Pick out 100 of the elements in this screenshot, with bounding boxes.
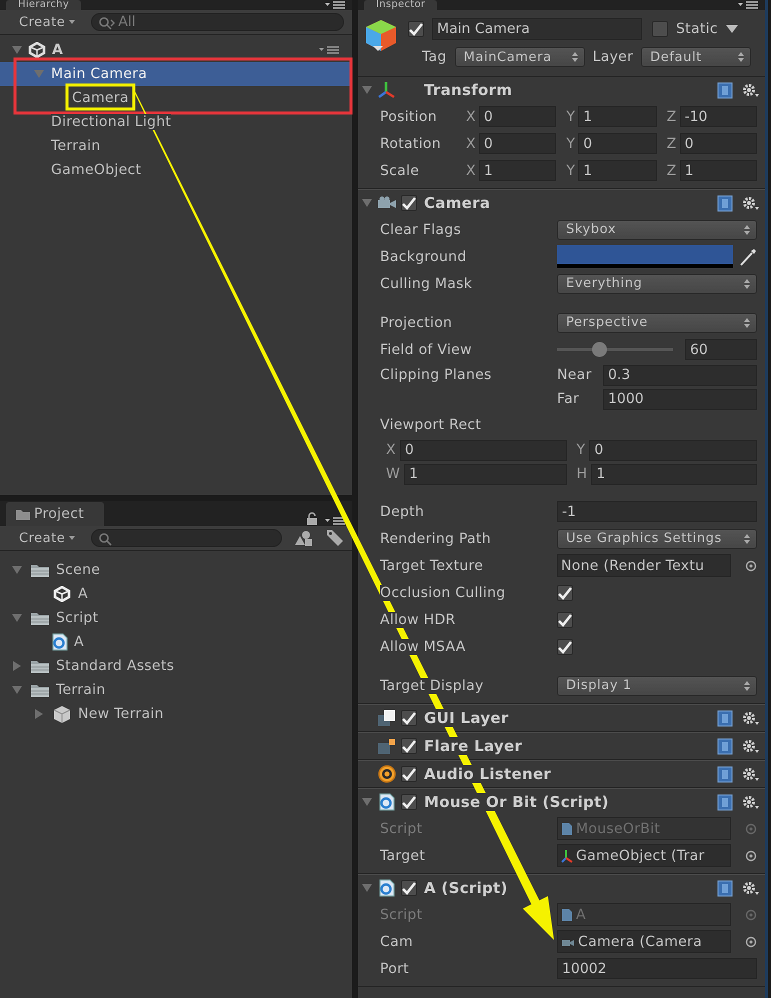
value-field[interactable]: 0 (400, 440, 566, 460)
eyedropper-icon[interactable] (739, 248, 757, 266)
checkbox[interactable] (557, 612, 573, 628)
settings-icon[interactable] (741, 710, 759, 726)
panel-tab[interactable]: Inspector (364, 0, 438, 10)
project-item[interactable]: Scene (0, 558, 352, 582)
value-field[interactable]: 10002 (557, 958, 757, 979)
value-field[interactable]: 0 (680, 133, 757, 154)
value-field[interactable]: -1 (557, 501, 757, 522)
value-field[interactable]: 1 (680, 160, 757, 181)
settings-icon[interactable] (741, 195, 759, 211)
active-checkbox[interactable] (408, 21, 424, 37)
hierarchy-item[interactable]: Terrain (0, 134, 352, 158)
value-field[interactable]: 1 (591, 464, 757, 484)
slider-thumb[interactable] (592, 342, 607, 357)
hierarchy-item[interactable]: Camera (0, 86, 352, 110)
project-item[interactable]: Standard Assets (0, 654, 352, 678)
script-file-icon (561, 908, 573, 922)
settings-icon[interactable] (741, 880, 759, 896)
project-item[interactable]: Script (0, 606, 352, 630)
search-field[interactable] (91, 529, 282, 547)
property-label: Occlusion Culling (380, 584, 506, 600)
hierarchy-item[interactable]: GameObject (0, 158, 352, 182)
property-label: Rendering Path (380, 530, 491, 546)
cube-icon (52, 705, 72, 723)
settings-icon[interactable] (741, 738, 759, 754)
menu-icon[interactable] (737, 0, 759, 10)
help-book-icon[interactable] (717, 794, 733, 810)
search-field[interactable]: All (91, 13, 344, 31)
value-field[interactable]: 1 (578, 106, 657, 127)
value-field[interactable]: 60 (685, 339, 757, 360)
object-field[interactable]: None (Render Textu (557, 554, 731, 577)
axis-label: X (386, 442, 396, 458)
color-swatch[interactable] (557, 245, 733, 268)
help-book-icon[interactable] (717, 82, 733, 98)
enable-checkbox[interactable] (401, 738, 417, 754)
value-field[interactable]: 0 (578, 133, 657, 154)
help-book-icon[interactable] (717, 880, 733, 896)
value-field[interactable]: 0 (478, 133, 556, 154)
checkmark-icon (401, 881, 417, 895)
enable-checkbox[interactable] (401, 880, 417, 896)
project-item[interactable]: New Terrain (0, 702, 352, 726)
project-item[interactable]: A (0, 630, 352, 654)
settings-icon[interactable] (741, 766, 759, 782)
object-picker-icon[interactable] (745, 560, 757, 572)
tag-icon[interactable] (326, 529, 344, 547)
object-picker-icon[interactable] (745, 936, 757, 948)
dropdown[interactable]: Skybox (557, 220, 757, 240)
enable-checkbox[interactable] (401, 794, 417, 810)
object-picker-icon (745, 908, 757, 920)
axis-label: Far (557, 391, 580, 407)
property-label: Script (380, 906, 422, 922)
tag-dropdown[interactable]: MainCamera (454, 47, 585, 67)
layer-dropdown[interactable]: Default (641, 47, 752, 67)
value-field[interactable]: 0 (589, 440, 757, 460)
dropdown[interactable]: Everything (557, 274, 757, 294)
axis-label: Near (557, 367, 593, 383)
caret-icon[interactable] (726, 25, 738, 33)
dropdown[interactable]: Display 1 (557, 676, 757, 696)
hierarchy-item[interactable]: Directional Light (0, 110, 352, 134)
object-field[interactable]: GameObject (Trar (557, 844, 731, 867)
static-checkbox[interactable] (652, 21, 668, 37)
object-field[interactable]: Camera (Camera (557, 930, 731, 953)
value-field[interactable]: 1 (578, 160, 657, 181)
enable-checkbox[interactable] (401, 710, 417, 726)
help-book-icon[interactable] (717, 766, 733, 782)
menu-icon[interactable] (324, 0, 346, 10)
object-picker-icon[interactable] (745, 850, 757, 862)
script-file-icon (561, 822, 573, 836)
dropdown[interactable]: Perspective (557, 312, 757, 332)
value-field[interactable]: 0 (478, 106, 556, 127)
help-book-icon[interactable] (717, 738, 733, 754)
project-item[interactable]: Terrain (0, 678, 352, 702)
scene-name[interactable]: A (52, 42, 64, 58)
hierarchy-item[interactable]: Main Camera (0, 62, 352, 86)
panel-tab[interactable]: Project (6, 502, 104, 526)
dropdown[interactable]: Use Graphics Settings (557, 528, 757, 548)
value-field[interactable]: 1000 (603, 388, 757, 410)
object-name-field[interactable]: Main Camera (432, 18, 642, 40)
menu-icon[interactable] (324, 516, 346, 526)
dropdown-arrows-icon (738, 52, 744, 62)
create-dropdown[interactable]: Create (15, 14, 80, 30)
settings-icon[interactable] (741, 794, 759, 810)
enable-checkbox[interactable] (401, 195, 417, 211)
checkbox[interactable] (557, 638, 573, 654)
value-field[interactable]: 1 (478, 160, 556, 181)
create-dropdown[interactable]: Create (15, 530, 80, 546)
value-field[interactable]: 1 (404, 464, 566, 484)
value-field[interactable]: -10 (680, 106, 757, 127)
settings-icon[interactable] (741, 82, 759, 98)
help-book-icon[interactable] (717, 194, 733, 212)
caret-icon (69, 20, 76, 24)
script-file-icon (379, 793, 395, 811)
project-item[interactable]: A (0, 582, 352, 606)
enable-checkbox[interactable] (401, 766, 417, 782)
value-field[interactable]: 0.3 (603, 364, 757, 386)
checkbox[interactable] (557, 584, 573, 600)
filter-by-type-icon[interactable] (294, 529, 314, 547)
lock-icon[interactable] (306, 512, 318, 526)
help-book-icon[interactable] (717, 710, 733, 726)
